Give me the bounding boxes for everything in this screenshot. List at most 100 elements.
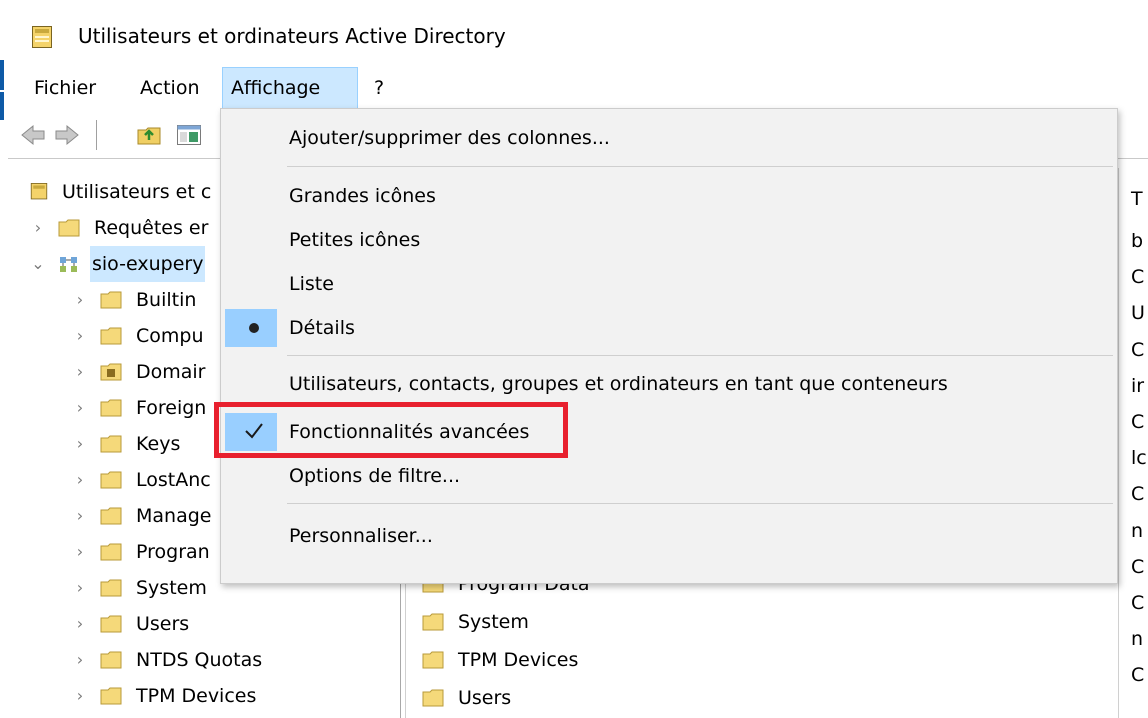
annotation-highlight-box	[214, 402, 568, 458]
menu-item-label: Personnaliser...	[289, 525, 433, 547]
menu-help[interactable]: ?	[366, 68, 392, 108]
tree-label: Users	[136, 613, 190, 635]
folder-icon	[422, 689, 444, 707]
folder-icon	[100, 543, 122, 561]
tree-label: LostAnc	[136, 469, 211, 491]
view-menu-dropdown: Ajouter/supprimer des colonnes... Grande…	[220, 108, 1118, 584]
menu-action[interactable]: Action	[132, 68, 208, 108]
type-cell: C	[1131, 592, 1145, 614]
type-column: T b C U Cir Clc Cn C Cn C	[1118, 168, 1148, 718]
folder-icon	[422, 613, 444, 631]
menu-item-label: Détails	[289, 317, 355, 339]
menu-item-large-icons[interactable]: Grandes icônes	[221, 173, 1117, 219]
tree-label: NTDS Quotas	[136, 649, 263, 671]
chevron-right-icon[interactable]: ›	[70, 318, 90, 354]
list-item-label: TPM Devices	[458, 649, 579, 671]
type-cell: C	[1131, 664, 1145, 687]
tree-label: System	[136, 577, 207, 599]
selected-gutter	[225, 309, 277, 347]
background-window-edge	[0, 0, 6, 718]
list-item-label: System	[458, 611, 529, 633]
type-cell: b	[1131, 230, 1144, 252]
chevron-right-icon[interactable]: ›	[28, 210, 48, 246]
menu-item-label: Options de filtre...	[289, 465, 461, 487]
tree-label: Progran	[136, 541, 210, 563]
tree-root-label: Utilisateurs et c	[62, 181, 212, 203]
chevron-right-icon[interactable]: ›	[70, 534, 90, 570]
folder-icon	[58, 219, 80, 237]
type-cell: n	[1131, 628, 1144, 651]
menu-bar: Fichier Action Affichage ?	[8, 67, 1148, 109]
menu-separator	[287, 166, 1113, 167]
up-folder-icon[interactable]	[136, 122, 162, 148]
folder-icon	[100, 507, 122, 525]
chevron-right-icon[interactable]: ›	[70, 282, 90, 318]
chevron-right-icon[interactable]: ›	[70, 642, 90, 678]
chevron-right-icon[interactable]: ›	[70, 498, 90, 534]
tree-label: Domair	[136, 361, 206, 383]
domain-controllers-folder-icon	[100, 363, 122, 381]
tree-label: Compu	[136, 325, 204, 347]
tree-label: Foreign	[136, 397, 207, 419]
type-cell: C	[1131, 266, 1145, 289]
folder-icon	[100, 471, 122, 489]
menu-separator	[287, 503, 1113, 504]
chevron-right-icon[interactable]: ›	[70, 606, 90, 642]
menu-separator	[287, 355, 1113, 356]
menu-item-details[interactable]: Détails	[221, 305, 1117, 351]
menu-item-label: Grandes icônes	[289, 185, 436, 207]
menu-item-label: Petites icônes	[289, 229, 421, 251]
folder-icon	[100, 399, 122, 417]
type-cell: C	[1131, 411, 1145, 433]
type-cell: U	[1131, 302, 1145, 325]
folder-icon	[100, 651, 122, 669]
folder-icon	[100, 291, 122, 309]
menu-item-list[interactable]: Liste	[221, 261, 1117, 307]
title-bar: Utilisateurs et ordinateurs Active Direc…	[8, 0, 1148, 56]
type-cell: C	[1131, 555, 1145, 578]
menu-item-small-icons[interactable]: Petites icônes	[221, 217, 1117, 263]
chevron-right-icon[interactable]: ›	[70, 390, 90, 426]
active-directory-app-icon	[32, 26, 52, 48]
tree-label: TPM Devices	[136, 685, 257, 707]
toolbar-separator	[96, 120, 97, 150]
type-cell: n	[1131, 519, 1144, 542]
menu-item-label: Ajouter/supprimer des colonnes...	[289, 127, 610, 149]
tree-label: sio-exupery	[90, 246, 206, 282]
list-item-label: Users	[458, 687, 512, 709]
tree-label: Keys	[136, 433, 181, 455]
type-cell: C	[1131, 338, 1145, 361]
menu-affichage[interactable]: Affichage	[222, 67, 358, 109]
menu-item-filter-options[interactable]: Options de filtre...	[221, 453, 1117, 499]
menu-item-users-as-containers[interactable]: Utilisateurs, contacts, groupes et ordin…	[221, 361, 1117, 407]
chevron-right-icon[interactable]: ›	[70, 426, 90, 462]
menu-item-label: Utilisateurs, contacts, groupes et ordin…	[289, 373, 948, 395]
folder-icon	[100, 579, 122, 597]
domain-icon	[60, 257, 77, 272]
menu-item-add-remove-columns[interactable]: Ajouter/supprimer des colonnes...	[221, 115, 1117, 161]
chevron-right-icon[interactable]: ›	[70, 678, 90, 714]
radio-bullet-icon	[249, 323, 259, 333]
type-cell: ir	[1131, 374, 1145, 397]
folder-icon	[422, 651, 444, 669]
back-arrow-icon[interactable]	[20, 122, 46, 148]
menu-item-customize[interactable]: Personnaliser...	[221, 513, 1117, 559]
type-cell: lc	[1131, 447, 1147, 470]
folder-icon	[100, 687, 122, 705]
folder-icon	[100, 615, 122, 633]
chevron-right-icon[interactable]: ›	[70, 570, 90, 606]
show-hide-console-tree-icon[interactable]	[176, 122, 202, 148]
forward-arrow-icon[interactable]	[54, 122, 80, 148]
folder-icon	[100, 435, 122, 453]
chevron-right-icon[interactable]: ›	[70, 354, 90, 390]
menu-item-label: Liste	[289, 273, 334, 295]
tree-label: Manage	[136, 505, 212, 527]
menu-fichier[interactable]: Fichier	[26, 68, 104, 108]
column-header[interactable]: T	[1131, 188, 1143, 210]
folder-icon	[100, 327, 122, 345]
active-directory-icon	[30, 183, 48, 200]
tree-label: Requêtes er	[94, 217, 209, 239]
chevron-right-icon[interactable]: ›	[70, 462, 90, 498]
chevron-down-icon[interactable]: ⌄	[28, 246, 48, 282]
type-cell: C	[1131, 483, 1145, 506]
